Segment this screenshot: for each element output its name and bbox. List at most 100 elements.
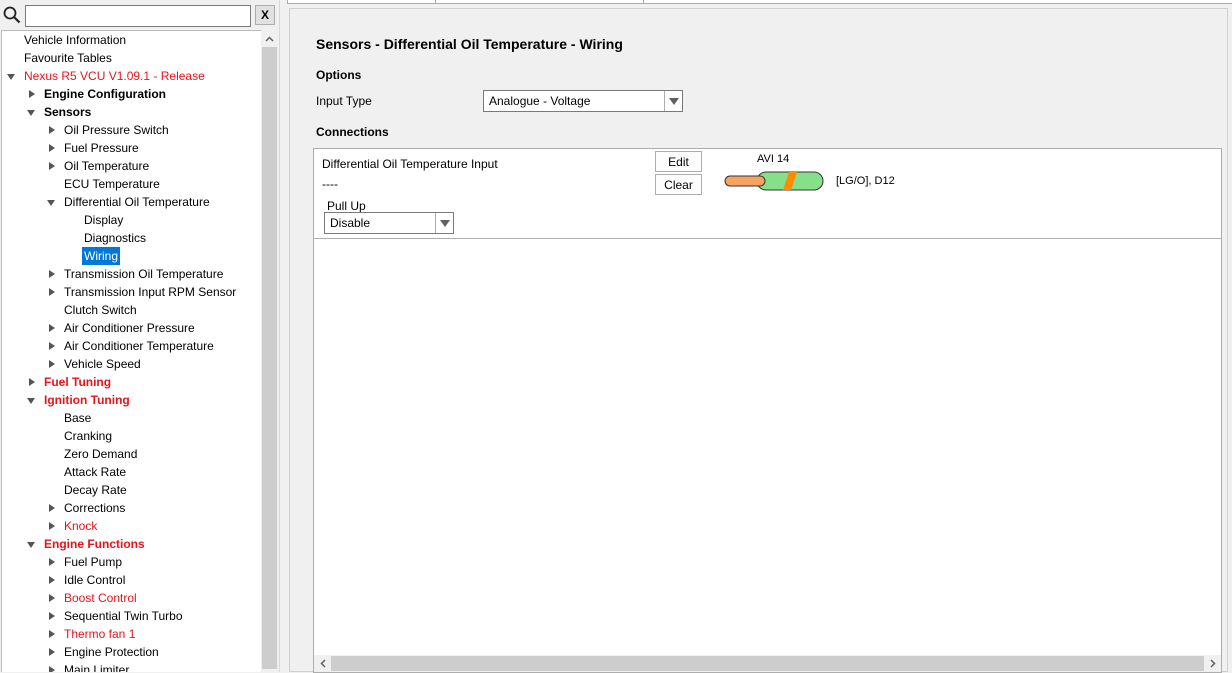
tree-item[interactable]: Transmission Input RPM Sensor (2, 283, 260, 301)
tree-item[interactable]: Transmission Oil Temperature (2, 265, 260, 283)
tree-item-label: Transmission Input RPM Sensor (64, 285, 237, 299)
page-title: Sensors - Differential Oil Temperature -… (316, 36, 623, 52)
tree-item[interactable]: Corrections (2, 499, 260, 517)
tree-item-label: Differential Oil Temperature (64, 195, 210, 209)
tree-item[interactable]: Sensors (2, 103, 260, 121)
tree-item-label: Fuel Pump (64, 555, 123, 569)
tree-item-label: Engine Functions (44, 537, 145, 551)
settings-tree: Vehicle Information Favourite Tables Nexus… (1, 30, 261, 672)
clear-button[interactable]: Clear (655, 174, 702, 195)
tree-item[interactable]: Oil Pressure Switch (2, 121, 260, 139)
tree-item[interactable]: Boost Control (2, 589, 260, 607)
tree-item[interactable]: Thermo fan 1 (2, 625, 260, 643)
expanded-arrow-icon[interactable] (27, 391, 37, 409)
tree-item[interactable]: Wiring (2, 247, 260, 265)
expanded-arrow-icon[interactable] (47, 193, 57, 211)
collapsed-arrow-icon[interactable] (47, 337, 57, 355)
tree-item-label: Cranking (64, 429, 113, 443)
tree-item[interactable]: ECU Temperature (2, 175, 260, 193)
scroll-left-icon[interactable] (314, 655, 331, 672)
tree-item[interactable]: Vehicle Information (2, 31, 260, 49)
collapsed-arrow-icon[interactable] (47, 355, 57, 373)
tree-item[interactable]: Favourite Tables (2, 49, 260, 67)
tree-item-label: Main Limiter (64, 663, 130, 672)
search-icon[interactable] (3, 6, 21, 24)
scroll-thumb[interactable] (331, 656, 1204, 671)
tree-item[interactable]: Idle Control (2, 571, 260, 589)
collapsed-arrow-icon[interactable] (47, 553, 57, 571)
collapsed-arrow-icon[interactable] (27, 373, 37, 391)
tree-item-label: Fuel Tuning (44, 375, 112, 389)
connections-horizontal-scrollbar[interactable] (314, 655, 1221, 672)
scroll-right-icon[interactable] (1204, 655, 1221, 672)
tree-item-label: Oil Temperature (64, 159, 150, 173)
input-type-dropdown[interactable]: Analogue - Voltage (483, 90, 683, 112)
edit-button[interactable]: Edit (655, 151, 702, 172)
tree-item-label: Attack Rate (64, 465, 127, 479)
options-heading: Options (316, 68, 362, 82)
tree-item[interactable]: Fuel Pressure (2, 139, 260, 157)
scroll-thumb[interactable] (262, 47, 277, 669)
collapsed-arrow-icon[interactable] (47, 499, 57, 517)
pane-splitter[interactable] (279, 0, 287, 672)
tree-item-label: Base (64, 411, 92, 425)
tree-item[interactable]: Decay Rate (2, 481, 260, 499)
tree-item[interactable]: Engine Functions (2, 535, 260, 553)
tree-item[interactable]: Engine Protection (2, 643, 260, 661)
collapsed-arrow-icon[interactable] (47, 625, 57, 643)
search-input[interactable] (25, 5, 251, 27)
tree-item[interactable]: Ignition Tuning (2, 391, 260, 409)
expanded-arrow-icon[interactable] (27, 103, 37, 121)
expanded-arrow-icon[interactable] (7, 67, 17, 85)
tab-strip (287, 0, 1232, 4)
collapsed-arrow-icon[interactable] (47, 643, 57, 661)
chevron-down-icon[interactable] (664, 91, 682, 111)
tree-item-label: Idle Control (64, 573, 126, 587)
collapsed-arrow-icon[interactable] (47, 607, 57, 625)
tree-item-label: Air Conditioner Temperature (64, 339, 214, 353)
tree-item[interactable]: Sequential Twin Turbo (2, 607, 260, 625)
tree-item-label: Transmission Oil Temperature (64, 267, 224, 281)
collapsed-arrow-icon[interactable] (47, 571, 57, 589)
tree-item-label: Knock (64, 519, 98, 533)
tree-item[interactable]: Vehicle Speed (2, 355, 260, 373)
pull-up-dropdown[interactable]: Disable (324, 212, 454, 234)
collapsed-arrow-icon[interactable] (47, 517, 57, 535)
tree-item[interactable]: Attack Rate (2, 463, 260, 481)
collapsed-arrow-icon[interactable] (27, 85, 37, 103)
collapsed-arrow-icon[interactable] (47, 265, 57, 283)
tree-item-label: Display (84, 213, 124, 227)
tree-item-label: Ignition Tuning (44, 393, 130, 407)
tree-item[interactable]: Oil Temperature (2, 157, 260, 175)
tree-item[interactable]: Base (2, 409, 260, 427)
tree-item[interactable]: Clutch Switch (2, 301, 260, 319)
collapsed-arrow-icon[interactable] (47, 121, 57, 139)
tree-item[interactable]: Engine Configuration (2, 85, 260, 103)
expanded-arrow-icon[interactable] (27, 535, 37, 553)
clear-search-button[interactable]: X (255, 5, 275, 25)
tree-item[interactable]: Fuel Tuning (2, 373, 260, 391)
tree-item[interactable]: Differential Oil Temperature (2, 193, 260, 211)
tree-item[interactable]: Main Limiter (2, 661, 260, 672)
collapsed-arrow-icon[interactable] (47, 283, 57, 301)
tree-item[interactable]: Diagnostics (2, 229, 260, 247)
input-type-value: Analogue - Voltage (489, 94, 591, 108)
collapsed-arrow-icon[interactable] (47, 661, 57, 672)
scroll-up-icon[interactable] (261, 30, 278, 47)
tree-item[interactable]: Zero Demand (2, 445, 260, 463)
tree-item[interactable]: Air Conditioner Temperature (2, 337, 260, 355)
chevron-down-icon[interactable] (435, 213, 453, 233)
tree-item[interactable]: Cranking (2, 427, 260, 445)
collapsed-arrow-icon[interactable] (47, 319, 57, 337)
tree-vertical-scrollbar[interactable] (261, 30, 278, 672)
tree-item[interactable]: Fuel Pump (2, 553, 260, 571)
collapsed-arrow-icon[interactable] (47, 139, 57, 157)
tree-item[interactable]: Nexus R5 VCU V1.09.1 - Release (2, 67, 260, 85)
tree-item-label: Fuel Pressure (64, 141, 139, 155)
tree-item[interactable]: Air Conditioner Pressure (2, 319, 260, 337)
collapsed-arrow-icon[interactable] (47, 157, 57, 175)
collapsed-arrow-icon[interactable] (47, 589, 57, 607)
tree-item[interactable]: Display (2, 211, 260, 229)
tree-item[interactable]: Knock (2, 517, 260, 535)
connections-heading: Connections (316, 125, 389, 139)
